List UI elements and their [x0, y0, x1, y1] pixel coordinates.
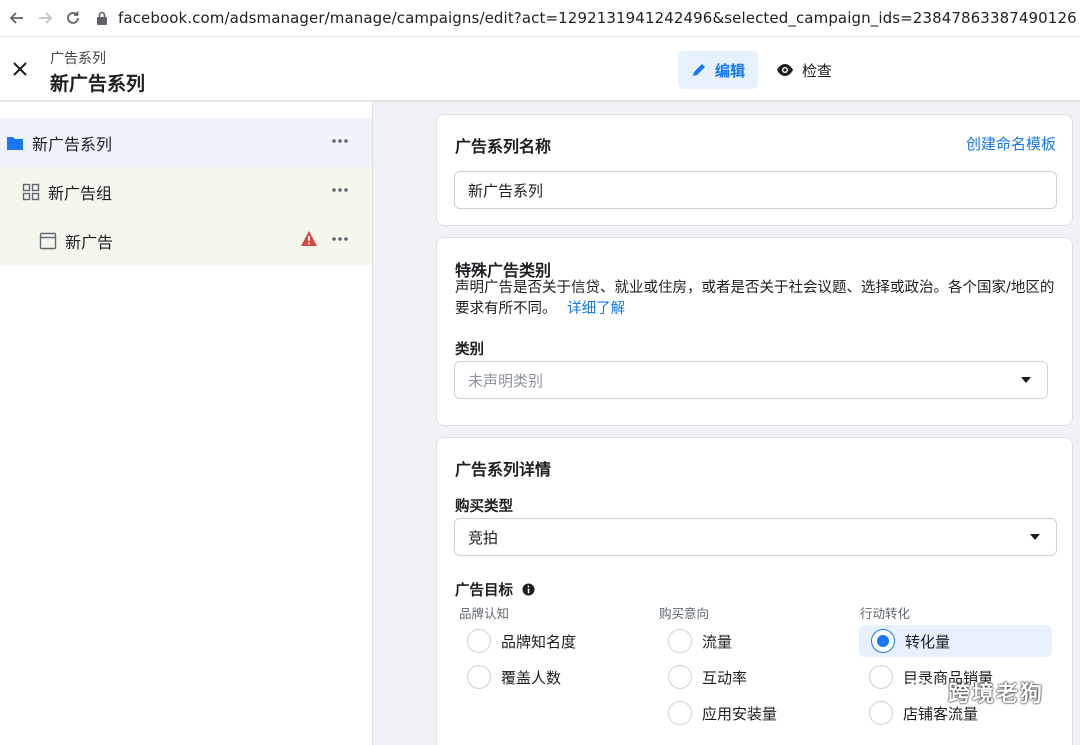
eye-icon [777, 64, 793, 76]
description-text: 声明广告是否关于信贷、就业或住房，或者是否关于社会议题、选择或政治。各个国家/地… [455, 280, 1055, 317]
group-heading-consideration: 购买意向 [659, 606, 710, 621]
watermark-text: 跨境老狗 [947, 682, 1044, 707]
category-dropdown[interactable]: 未声明类别 [454, 361, 1048, 399]
edit-mode-button[interactable]: 编辑 [678, 51, 758, 89]
browser-toolbar: facebook.com/adsmanager/manage/campaigns… [0, 0, 1080, 37]
group-heading-awareness: 品牌认知 [459, 606, 510, 621]
forward-arrow-icon[interactable] [34, 7, 56, 29]
wechat-icon [908, 679, 939, 703]
lock-icon [97, 11, 107, 25]
campaign-name-heading: 广告系列名称 [455, 137, 552, 156]
tree-item-ad[interactable]: 新广告 [0, 216, 372, 265]
special-category-description: 声明广告是否关于信贷、就业或住房，或者是否关于社会议题、选择或政治。各个国家/地… [455, 278, 1065, 320]
pencil-icon [692, 64, 705, 76]
campaign-tree-panel: 新广告系列 新广告组 新广告 [0, 102, 373, 745]
tree-item-adset[interactable]: 新广告组 [0, 167, 372, 216]
review-mode-button[interactable]: 检查 [776, 51, 832, 89]
radio-button[interactable] [869, 665, 893, 689]
category-placeholder: 未声明类别 [468, 371, 544, 390]
edit-mode-label: 编辑 [714, 61, 745, 80]
objective-option-label: 品牌知名度 [501, 632, 577, 651]
warning-icon[interactable] [300, 230, 318, 248]
header-subtitle: 广告系列 [50, 51, 106, 67]
dropdown-caret-icon [1021, 377, 1031, 383]
tree-item-campaign[interactable]: 新广告系列 [0, 118, 372, 167]
objective-option-label: 转化量 [905, 632, 951, 651]
tree-item-label: 新广告 [65, 232, 114, 252]
objective-option[interactable]: 覆盖人数 [455, 661, 635, 693]
objective-option-label: 流量 [702, 632, 733, 651]
buying-type-dropdown[interactable]: 竞拍 [454, 518, 1057, 556]
radio-button[interactable] [668, 629, 692, 653]
page-title: 新广告系列 [50, 73, 146, 95]
radio-button[interactable] [467, 665, 491, 689]
tree-item-label: 新广告系列 [32, 134, 113, 154]
campaign-name-input[interactable]: 新广告系列 [454, 171, 1057, 209]
objective-option[interactable]: 互动率 [656, 661, 836, 693]
objective-option[interactable]: 流量 [656, 625, 836, 657]
objective-option-label: 应用安装量 [702, 704, 778, 723]
reload-icon[interactable] [62, 7, 84, 29]
address-bar[interactable]: facebook.com/adsmanager/manage/campaigns… [96, 9, 1077, 27]
review-mode-label: 检查 [802, 61, 833, 80]
watermark: 跨境老狗 [908, 676, 1044, 708]
create-naming-template-link[interactable]: 创建命名模板 [966, 133, 1056, 154]
objective-option[interactable]: 品牌知名度 [455, 625, 635, 657]
folder-icon [7, 136, 23, 150]
campaign-details-heading: 广告系列详情 [455, 460, 552, 479]
info-icon[interactable] [522, 583, 535, 596]
objective-label: 广告目标 [455, 579, 535, 600]
buying-type-label: 购买类型 [455, 499, 513, 515]
objective-option-label: 互动率 [702, 668, 748, 687]
editor-header: 广告系列 新广告系列 编辑 检查 [0, 37, 1080, 101]
radio-button[interactable] [668, 701, 692, 725]
dropdown-caret-icon [1030, 534, 1040, 540]
more-options-icon[interactable] [330, 229, 350, 249]
more-options-icon[interactable] [330, 180, 350, 200]
radio-button[interactable] [467, 629, 491, 653]
learn-more-link[interactable]: 详细了解 [567, 301, 625, 317]
radio-button[interactable] [668, 665, 692, 689]
tree-item-label: 新广告组 [48, 183, 113, 203]
objective-label-text: 广告目标 [455, 583, 513, 599]
grid-icon [22, 183, 40, 200]
objective-option[interactable]: 应用安装量 [656, 697, 836, 729]
objective-option-label: 覆盖人数 [501, 668, 562, 687]
special-ad-category-card: 特殊广告类别 声明广告是否关于信贷、就业或住房，或者是否关于社会议题、选择或政治… [436, 237, 1073, 426]
radio-button[interactable] [869, 701, 893, 725]
objective-option-selected[interactable]: 转化量 [859, 625, 1052, 657]
radio-button-checked[interactable] [871, 629, 895, 653]
back-arrow-icon[interactable] [6, 7, 28, 29]
close-icon[interactable] [10, 59, 30, 79]
url-text[interactable]: facebook.com/adsmanager/manage/campaigns… [118, 9, 1077, 27]
buying-type-value: 竞拍 [468, 528, 499, 547]
group-heading-conversion: 行动转化 [860, 606, 911, 621]
campaign-name-card: 广告系列名称 创建命名模板 新广告系列 [436, 114, 1073, 226]
category-label: 类别 [455, 342, 484, 358]
more-options-icon[interactable] [330, 131, 350, 151]
ad-page-icon [39, 232, 57, 249]
